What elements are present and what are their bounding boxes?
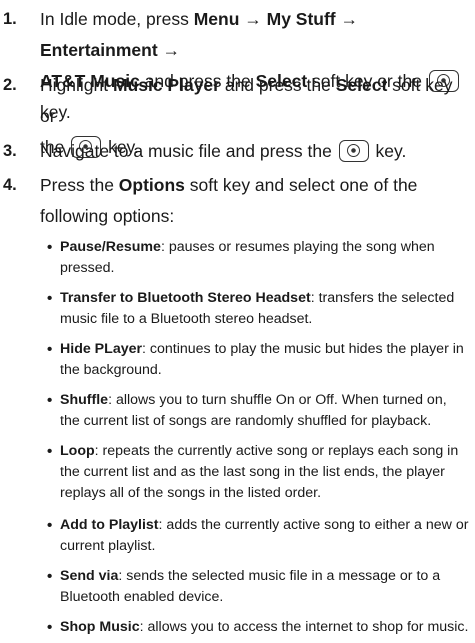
step-number: 2.: [3, 76, 17, 94]
option-description: : sends the selected music file in a mes…: [60, 568, 441, 605]
list-item: Loop: repeats the currently active song …: [47, 441, 469, 504]
option-name: Shuffle: [60, 392, 109, 408]
list-item: Shop Music: allows you to access the int…: [47, 617, 469, 638]
option-name: Transfer to Bluetooth Stereo Headset: [60, 290, 311, 306]
step-number: 3.: [3, 142, 17, 160]
step-text-part: Navigate to a music file and press the: [40, 141, 337, 161]
select-key-icon: [338, 140, 369, 162]
option-description: : repeats the currently active song or r…: [60, 443, 459, 501]
step-number: 1.: [3, 10, 17, 28]
step-text: Press the Options soft key and select on…: [40, 170, 469, 232]
option-name: Hide PLayer: [60, 341, 143, 357]
step-number: 4.: [3, 176, 17, 194]
list-item: Add to Playlist: adds the currently acti…: [47, 515, 469, 557]
step-text-part: Press the: [40, 175, 119, 195]
step-text-part: soft key and select one of the: [184, 175, 418, 195]
option-description: : allows you to access the internet to s…: [139, 619, 469, 635]
list-item: Pause/Resume: pauses or resumes playing …: [47, 237, 469, 279]
menu-item-label: Music Player: [112, 75, 220, 95]
list-item: Send via: sends the selected music file …: [47, 566, 469, 608]
option-name: Loop: [60, 443, 95, 459]
option-name: Pause/Resume: [60, 239, 161, 255]
option-description: : allows you to turn shuffle On or Off. …: [60, 392, 447, 429]
option-name: Send via: [60, 568, 119, 584]
select-label: Select: [335, 75, 388, 95]
step-text-part: Highlight: [40, 75, 113, 95]
list-item: Hide PLayer: continues to play the music…: [47, 339, 469, 381]
options-label: Options: [118, 175, 185, 195]
step-text-part: key.: [370, 141, 407, 161]
step-text-part: following options:: [40, 206, 175, 226]
list-item: Shuffle: allows you to turn shuffle On o…: [47, 390, 469, 432]
option-name: Add to Playlist: [60, 517, 159, 533]
option-name: Shop Music: [60, 619, 140, 635]
step-text-part: and press the: [219, 75, 336, 95]
step-text-part: In Idle mode, press: [40, 9, 194, 29]
list-item: Transfer to Bluetooth Stereo Headset: tr…: [47, 288, 469, 330]
step-text: Navigate to a music file and press the k…: [40, 136, 469, 167]
manual-page: 1. In Idle mode, press Menu → My Stuff →…: [0, 0, 475, 643]
